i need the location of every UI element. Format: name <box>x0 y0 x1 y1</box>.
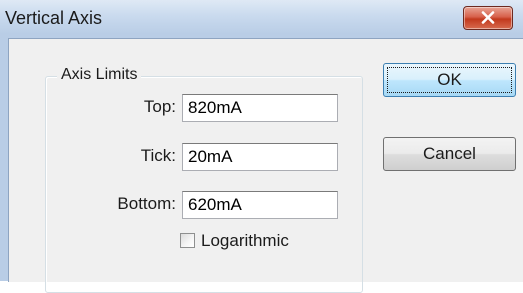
close-button[interactable] <box>463 6 513 30</box>
axis-limits-legend: Axis Limits <box>57 66 142 84</box>
window-title: Vertical Axis <box>5 8 103 28</box>
top-label: Top: <box>143 97 176 116</box>
ok-button[interactable]: OK <box>383 63 516 97</box>
cancel-button-label: Cancel <box>423 144 476 163</box>
close-icon <box>481 11 495 24</box>
top-input[interactable] <box>183 95 337 121</box>
axis-limits-group: Axis Limits Top: Tick: Bottom: Logarithm… <box>45 66 363 293</box>
tick-label: Tick: <box>140 146 176 165</box>
tick-input[interactable] <box>183 144 337 170</box>
bottom-input[interactable] <box>183 192 337 218</box>
dialog-window: Vertical Axis Axis Limits Top: Tick: Bot… <box>0 0 523 293</box>
logarithmic-label[interactable]: Logarithmic <box>201 231 289 251</box>
top-field[interactable] <box>182 94 338 122</box>
bottom-field[interactable] <box>182 191 338 219</box>
title-bar[interactable]: Vertical Axis <box>0 0 523 38</box>
logarithmic-checkbox[interactable] <box>180 233 195 248</box>
cancel-button[interactable]: Cancel <box>383 137 516 171</box>
dialog-client-area: Axis Limits Top: Tick: Bottom: Logarithm… <box>8 38 523 293</box>
bottom-label: Bottom: <box>117 194 176 213</box>
focus-ring <box>387 67 512 93</box>
tick-field[interactable] <box>182 143 338 171</box>
